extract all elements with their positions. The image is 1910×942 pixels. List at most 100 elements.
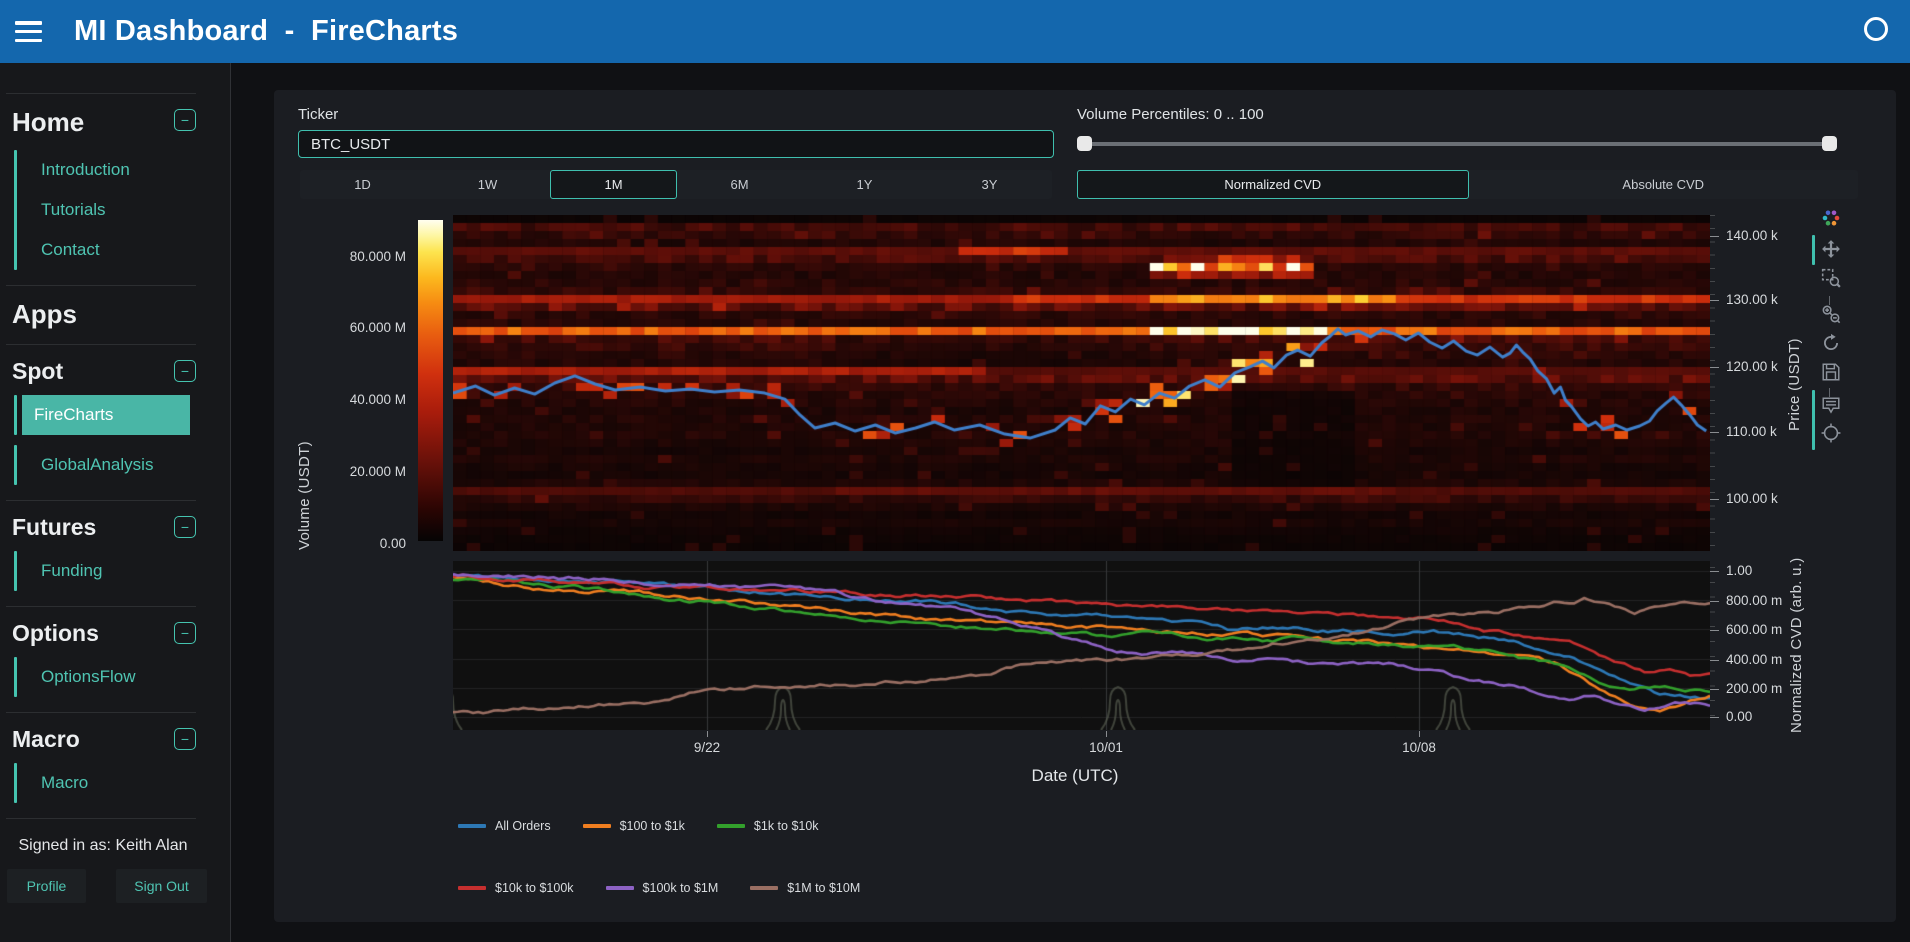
accent-bar	[14, 395, 17, 435]
cvd-axis-tick	[1710, 630, 1719, 631]
ticker-label: Ticker	[298, 106, 338, 123]
cvd-axis-tick	[1710, 689, 1719, 690]
sidebar-section-macro: Macro	[12, 726, 80, 753]
price-axis-tick	[1710, 432, 1719, 433]
cvd-tick-label: 400.00 m	[1726, 652, 1782, 667]
sidebar: Home − Introduction Tutorials Contact Ap…	[0, 63, 231, 942]
sidebar-item-introduction[interactable]: Introduction	[17, 150, 130, 190]
timeframe-1d-button[interactable]: 1D	[300, 170, 425, 199]
cvd-axis-minor-ticks	[1710, 567, 1715, 717]
normalized-cvd-button[interactable]: Normalized CVD	[1077, 170, 1469, 199]
collapse-futures-icon[interactable]: −	[174, 516, 196, 538]
collapse-spot-icon[interactable]: −	[174, 360, 196, 382]
timeframe-1w-button[interactable]: 1W	[425, 170, 550, 199]
legend-swatch	[583, 824, 611, 828]
cvd-tick-label: 0.00	[1726, 709, 1752, 724]
plotly-logo-icon[interactable]	[1821, 208, 1841, 228]
x-tick-label: 10/08	[1402, 740, 1436, 755]
legend-item-1k-10k[interactable]: $1k to $10k	[717, 819, 819, 833]
x-axis-tick	[1106, 731, 1107, 737]
sidebar-item-globalanalysis[interactable]: GlobalAnalysis	[17, 445, 153, 485]
timeframe-1m-button[interactable]: 1M	[550, 170, 677, 199]
sidebar-section-options: Options	[12, 620, 99, 647]
collapse-macro-icon[interactable]: −	[174, 728, 196, 750]
hover-tooltip-icon[interactable]	[1821, 396, 1841, 416]
legend-item-10k-100k[interactable]: $10k to $100k	[458, 881, 574, 895]
cvd-tick-label: 1.00	[1726, 563, 1752, 578]
slider-track[interactable]	[1077, 142, 1837, 146]
colorbar-tick: 60.000 M	[294, 320, 406, 335]
price-axis-tick	[1710, 300, 1719, 301]
timeframe-3y-button[interactable]: 3Y	[927, 170, 1052, 199]
modebar-active-bar	[1812, 235, 1815, 265]
cvd-axis-tick	[1710, 601, 1719, 602]
plot-modebar	[1812, 206, 1846, 466]
legend-swatch	[717, 824, 745, 828]
x-axis-tick	[707, 731, 708, 737]
cvd-axis-tick	[1710, 571, 1719, 572]
volume-percentiles-slider[interactable]	[1077, 130, 1837, 158]
modebar-active-bar	[1812, 390, 1815, 450]
colorbar-tick: 80.000 M	[294, 249, 406, 264]
cvd-axis-title: Normalized CVD (arb. u.)	[1788, 540, 1805, 750]
collapse-home-icon[interactable]: −	[174, 109, 196, 131]
legend-swatch	[458, 824, 486, 828]
slider-handle-min[interactable]	[1077, 136, 1092, 151]
sidebar-item-macro[interactable]: Macro	[17, 763, 88, 803]
legend-item-1m-10m[interactable]: $1M to $10M	[750, 881, 860, 895]
sidebar-item-optionsflow[interactable]: OptionsFlow	[17, 657, 135, 697]
timeframe-6m-button[interactable]: 6M	[677, 170, 802, 199]
collapse-options-icon[interactable]: −	[174, 622, 196, 644]
x-tick-label: 10/01	[1089, 740, 1123, 755]
loading-spinner-icon	[1864, 17, 1888, 41]
save-plot-icon[interactable]	[1821, 362, 1841, 382]
sidebar-item-contact[interactable]: Contact	[17, 230, 130, 270]
legend-item-100k-1m[interactable]: $100k to $1M	[606, 881, 719, 895]
x-tick-label: 9/22	[694, 740, 720, 755]
reset-axes-icon[interactable]	[1821, 333, 1841, 353]
cvd-mode-button-group: Normalized CVD Absolute CVD	[1077, 170, 1858, 199]
sidebar-item-funding[interactable]: Funding	[17, 551, 102, 591]
cvd-axis-tick	[1710, 717, 1719, 718]
sidebar-section-home: Home	[12, 107, 84, 138]
volume-colorbar	[418, 220, 443, 541]
legend-swatch	[750, 886, 778, 890]
timeframe-button-group: 1D 1W 1M 6M 1Y 3Y	[300, 170, 1052, 199]
volume-axis-title: Volume (USDT)	[296, 406, 313, 586]
sidebar-section-futures: Futures	[12, 514, 96, 541]
spike-lines-icon[interactable]	[1821, 423, 1841, 443]
sidebar-heading-apps: Apps	[12, 299, 77, 330]
absolute-cvd-button[interactable]: Absolute CVD	[1469, 170, 1859, 199]
hamburger-menu-icon[interactable]	[15, 21, 42, 42]
profile-button[interactable]: Profile	[7, 869, 86, 903]
cvd-axis-tick	[1710, 660, 1719, 661]
slider-handle-max[interactable]	[1822, 136, 1837, 151]
price-axis-tick	[1710, 499, 1719, 500]
cvd-line-plot[interactable]	[453, 561, 1710, 730]
header: MI Dashboard - FireCharts	[0, 0, 1910, 63]
price-tick-label: 120.00 k	[1726, 359, 1778, 374]
legend-swatch	[606, 886, 634, 890]
pan-icon[interactable]	[1821, 239, 1841, 259]
price-tick-label: 100.00 k	[1726, 491, 1778, 506]
legend-item-100-1k[interactable]: $100 to $1k	[583, 819, 685, 833]
sidebar-item-firecharts[interactable]: FireCharts	[22, 395, 190, 435]
box-zoom-icon[interactable]	[1821, 268, 1841, 288]
sign-out-button[interactable]: Sign Out	[116, 869, 207, 903]
price-tick-label: 130.00 k	[1726, 292, 1778, 307]
ticker-input[interactable]	[298, 130, 1054, 158]
main-panel: Ticker Volume Percentiles: 0 .. 100 1D 1…	[274, 90, 1896, 922]
price-axis-title: Price (USDT)	[1786, 300, 1803, 470]
legend-item-all-orders[interactable]: All Orders	[458, 819, 551, 833]
price-axis-minor-ticks	[1710, 215, 1715, 551]
price-tick-label: 140.00 k	[1726, 228, 1778, 243]
price-tick-label: 110.00 k	[1726, 424, 1777, 439]
colorbar-tick: 40.000 M	[294, 392, 406, 407]
cvd-tick-label: 600.00 m	[1726, 622, 1782, 637]
volume-heatmap-plot[interactable]	[453, 215, 1710, 551]
timeframe-1y-button[interactable]: 1Y	[802, 170, 927, 199]
zoom-in-out-icon[interactable]	[1821, 304, 1841, 324]
x-axis-tick	[1419, 731, 1420, 737]
sidebar-item-tutorials[interactable]: Tutorials	[17, 190, 130, 230]
sidebar-section-spot: Spot	[12, 358, 63, 385]
